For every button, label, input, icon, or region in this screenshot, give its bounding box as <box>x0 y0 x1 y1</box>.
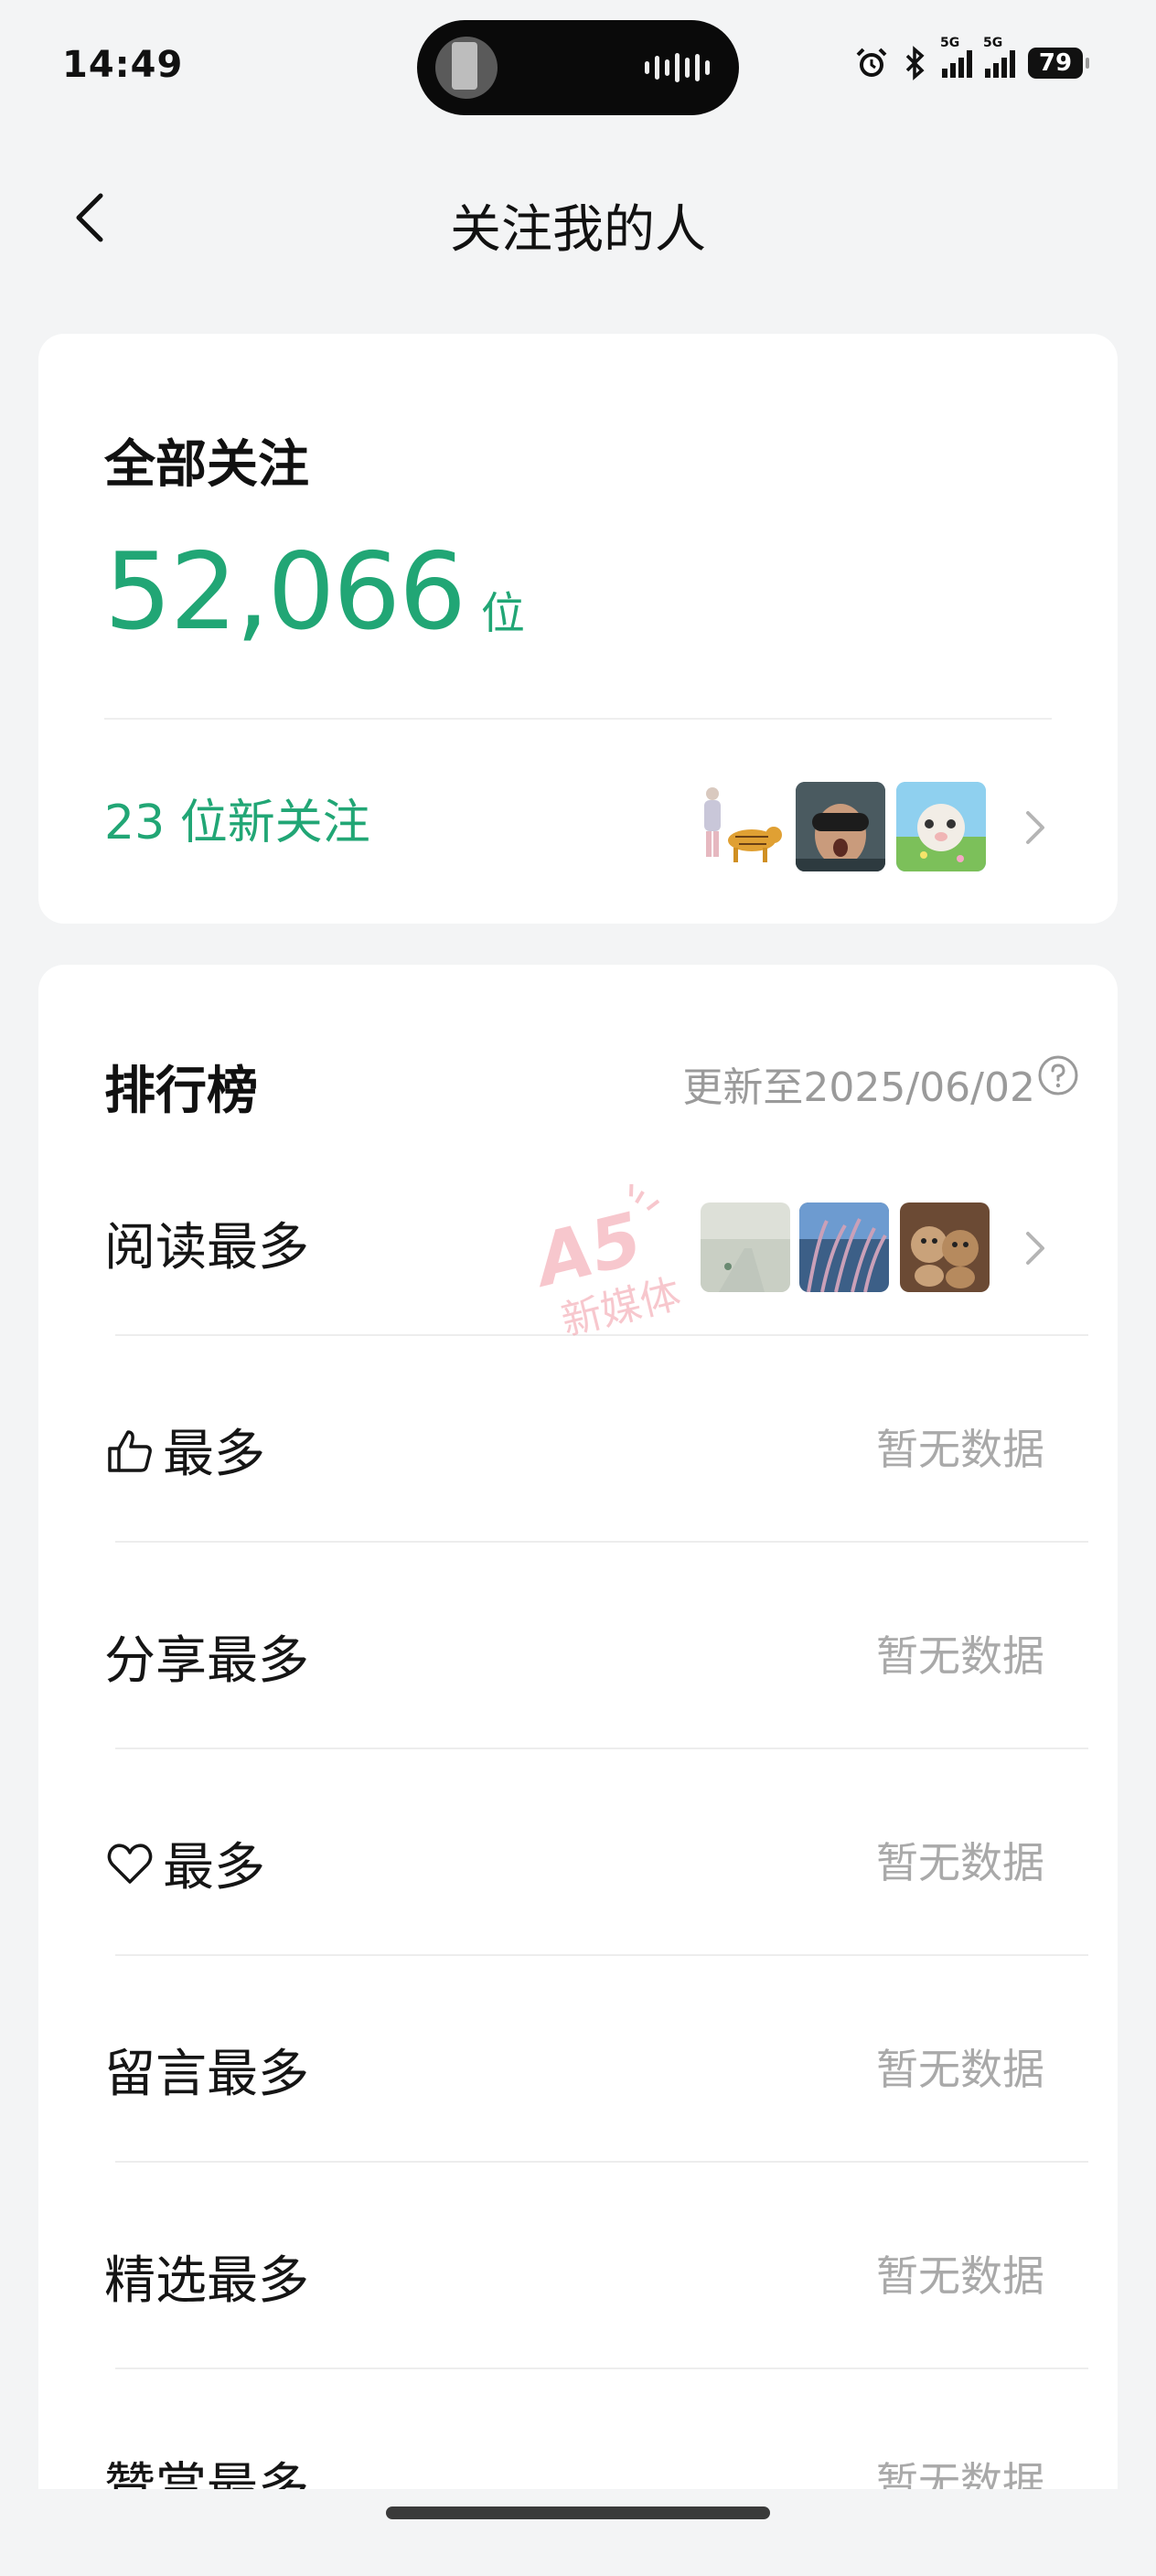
avatar-lamb <box>896 782 986 871</box>
rank-row-value: 暂无数据 <box>876 2251 1044 2301</box>
now-playing-thumbnail <box>435 37 498 99</box>
chevron-right-icon <box>1026 1232 1044 1265</box>
home-indicator[interactable] <box>386 2507 770 2519</box>
avatar-tiger <box>695 782 785 871</box>
followers-summary-card: 全部关注 52,066 位 23 位新关注 <box>38 334 1118 924</box>
ranking-update-date: 更新至2025/06/02 <box>682 1064 1035 1111</box>
new-followers-label: 23 位新关注 <box>104 796 370 850</box>
article-thumb-2 <box>799 1202 889 1292</box>
rank-row-label: 留言最多 <box>104 2045 309 2104</box>
rank-row-value: 暂无数据 <box>876 1631 1044 1681</box>
watermark-logo: A5 新媒体 <box>523 1184 685 1345</box>
rank-row-most-comments[interactable]: 留言最多 暂无数据 <box>38 1956 1118 2163</box>
dynamic-island[interactable] <box>417 20 739 115</box>
followers-count: 52,066 <box>104 530 466 654</box>
heart-icon <box>107 1843 153 1884</box>
network-type-label-2: 5G <box>983 36 1003 50</box>
rank-row-label: 最多 <box>104 1826 265 1900</box>
followers-unit: 位 <box>480 588 525 639</box>
thumbs-up-icon <box>108 1429 152 1472</box>
article-thumb-3 <box>900 1202 990 1292</box>
followers-total: 52,066 位 <box>104 530 525 654</box>
navigation-bar: 关注我的人 <box>0 165 1156 274</box>
help-icon[interactable] <box>1037 1054 1079 1096</box>
rank-row-value: 暂无数据 <box>876 1425 1044 1474</box>
rank-row-most-shared[interactable]: 分享最多 暂无数据 <box>38 1543 1118 1749</box>
bluetooth-icon <box>905 46 925 80</box>
audio-wave-icon <box>645 51 710 84</box>
rank-row-label: 分享最多 <box>104 1631 309 1691</box>
battery-icon: 79 <box>1028 48 1089 79</box>
network-type-label-1: 5G <box>940 36 960 50</box>
rank-row-value: 暂无数据 <box>876 1838 1044 1887</box>
rank-row-value: 暂无数据 <box>876 2045 1044 2094</box>
signal-icon-1: 5G <box>940 36 972 78</box>
status-bar: 14:49 5G 5G 79 <box>0 0 1156 133</box>
signal-icon-2: 5G <box>983 36 1015 78</box>
ranking-card: 排行榜 更新至2025/06/02 阅读最多 A5 新媒体 最多 暂无数据 分享… <box>38 965 1118 2519</box>
rank-row-most-liked[interactable]: 最多 暂无数据 <box>38 1336 1118 1543</box>
ranking-title: 排行榜 <box>104 1062 258 1121</box>
new-followers-row[interactable]: 23 位新关注 <box>38 718 1118 924</box>
page-title: 关注我的人 <box>450 200 706 260</box>
alarm-icon <box>856 48 887 77</box>
chevron-right-icon <box>1026 811 1044 844</box>
rank-row-most-tipped[interactable]: 赞赏最多 暂无数据 <box>38 2369 1118 2576</box>
followers-title: 全部关注 <box>104 435 309 495</box>
status-time: 14:49 <box>62 44 184 86</box>
rank-row-label: 最多 <box>104 1413 265 1487</box>
rank-row-label: 阅读最多 <box>104 1218 309 1277</box>
avatar-goggles <box>796 782 885 871</box>
rank-row-label: 精选最多 <box>104 2251 309 2311</box>
rank-row-most-featured[interactable]: 精选最多 暂无数据 <box>38 2163 1118 2369</box>
rank-row-most-favorited[interactable]: 最多 暂无数据 <box>38 1749 1118 1956</box>
status-icons: 5G 5G 79 <box>854 36 1089 80</box>
